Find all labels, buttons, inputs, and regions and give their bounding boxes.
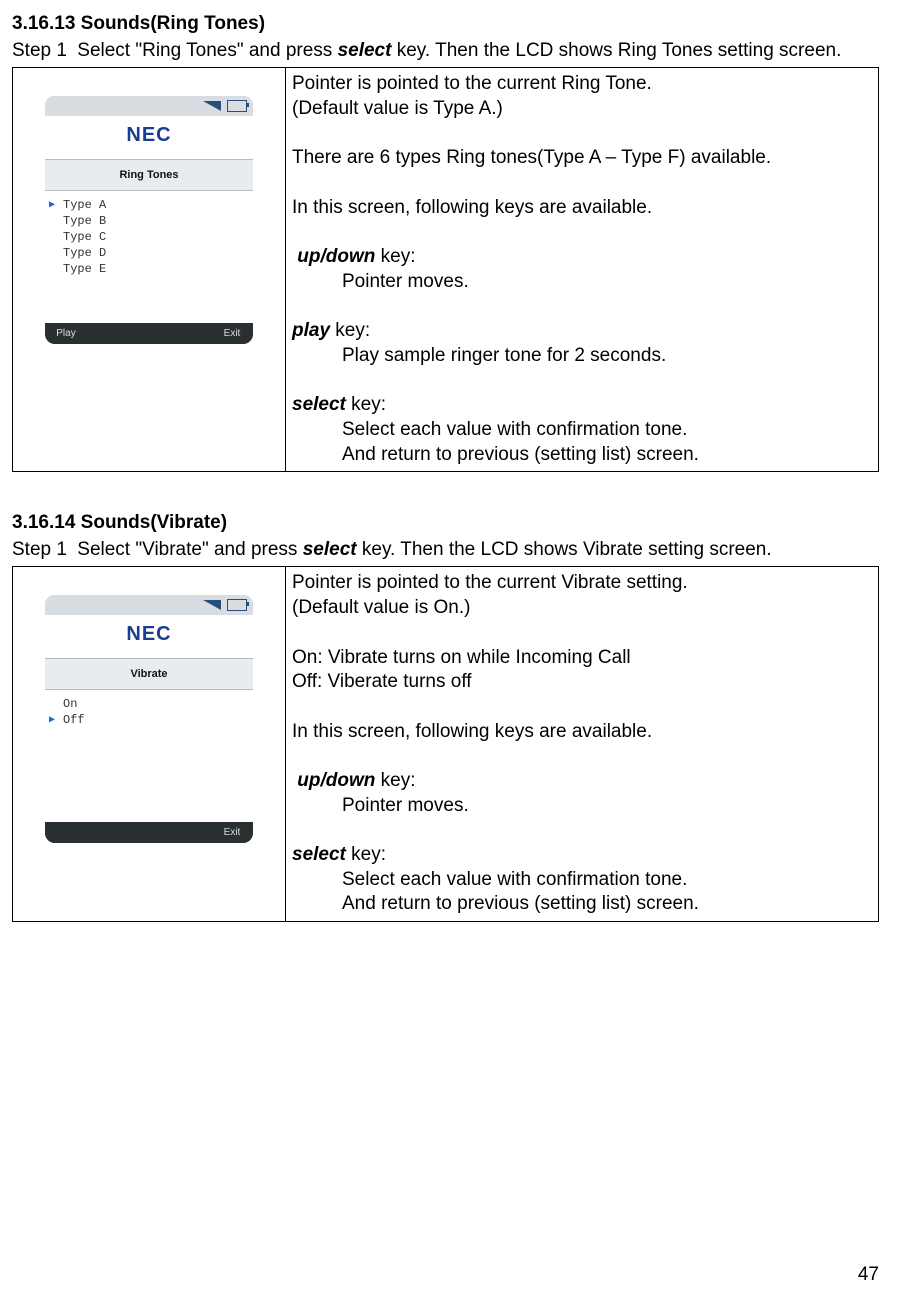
select-key-word: select bbox=[303, 539, 357, 560]
desc-line: Pointer is pointed to the current Vibrat… bbox=[292, 571, 872, 596]
desc-line: On: Vibrate turns on while Incoming Call bbox=[292, 646, 872, 671]
step-text: Select "Ring Tones" and press select key… bbox=[77, 40, 841, 61]
phone-statusbar bbox=[45, 595, 253, 615]
phone-brand: NEC bbox=[45, 615, 253, 658]
section-heading-ringtones: 3.16.13 Sounds(Ring Tones) bbox=[12, 12, 885, 37]
step-label: Step 1 bbox=[12, 538, 72, 563]
softkey-right[interactable]: Exit bbox=[217, 327, 247, 340]
item-label: Off bbox=[63, 713, 85, 729]
key-suffix: key: bbox=[346, 394, 386, 415]
item-label: Type C bbox=[63, 230, 106, 246]
desc-line: (Default value is Type A.) bbox=[292, 97, 872, 122]
key-suffix: key: bbox=[346, 844, 386, 865]
key-desc: Play sample ringer tone for 2 seconds. bbox=[292, 344, 872, 369]
key-suffix: key: bbox=[375, 246, 415, 267]
key-desc: Pointer moves. bbox=[292, 794, 872, 819]
key-desc: Pointer moves. bbox=[292, 270, 872, 295]
desc-line: Pointer is pointed to the current Ring T… bbox=[292, 72, 872, 97]
key-heading: select key: bbox=[292, 843, 872, 868]
step-text-a: Select "Ring Tones" and press bbox=[77, 40, 337, 61]
step-text: Select "Vibrate" and press select key. T… bbox=[77, 539, 771, 560]
softkey-left[interactable]: Play bbox=[51, 327, 81, 340]
select-key-name: select bbox=[292, 844, 346, 865]
step-text-b: key. Then the LCD shows Ring Tones setti… bbox=[391, 40, 841, 61]
updown-key-name: up/down bbox=[297, 770, 375, 791]
phone-brand: NEC bbox=[45, 116, 253, 159]
step-label: Step 1 bbox=[12, 39, 72, 64]
list-item[interactable]: Type E bbox=[49, 261, 249, 277]
key-heading: play key: bbox=[292, 319, 872, 344]
list-item[interactable]: Type C bbox=[49, 229, 249, 245]
desc-line: Off: Viberate turns off bbox=[292, 670, 872, 695]
pointer-icon: ▶ bbox=[49, 714, 63, 727]
list-item[interactable]: ▶Off bbox=[49, 712, 249, 728]
pointer-icon: ▶ bbox=[49, 199, 63, 212]
section-heading-vibrate: 3.16.14 Sounds(Vibrate) bbox=[12, 511, 885, 536]
key-desc: And return to previous (setting list) sc… bbox=[292, 443, 872, 468]
phone-cell-ringtones: NEC Ring Tones ▶Type A Type B Type C Typ… bbox=[13, 68, 286, 472]
brand-text: NEC bbox=[126, 623, 171, 645]
signal-icon bbox=[203, 600, 221, 610]
key-heading: select key: bbox=[292, 393, 872, 418]
list-item[interactable]: Type D bbox=[49, 245, 249, 261]
desc-line: (Default value is On.) bbox=[292, 596, 872, 621]
step-text-b: key. Then the LCD shows Vibrate setting … bbox=[357, 539, 772, 560]
desc-cell-ringtones: Pointer is pointed to the current Ring T… bbox=[286, 68, 879, 472]
key-heading: up/down key: bbox=[292, 769, 872, 794]
item-label: Type A bbox=[63, 198, 106, 214]
list-item[interactable]: Type B bbox=[49, 213, 249, 229]
page-number: 47 bbox=[858, 1263, 879, 1288]
battery-icon bbox=[227, 100, 247, 112]
phone-list-vibrate: On ▶Off bbox=[45, 690, 253, 822]
list-item[interactable]: ▶Type A bbox=[49, 197, 249, 213]
step-1-ringtones: Step 1 Select "Ring Tones" and press sel… bbox=[12, 39, 885, 64]
list-item[interactable]: On bbox=[49, 696, 249, 712]
phone-mock-ringtones: NEC Ring Tones ▶Type A Type B Type C Typ… bbox=[45, 96, 253, 344]
phone-screen-title: Vibrate bbox=[45, 658, 253, 690]
step-text-a: Select "Vibrate" and press bbox=[77, 539, 302, 560]
figure-table-vibrate: NEC Vibrate On ▶Off Exit Pointer is poin… bbox=[12, 566, 879, 922]
select-key-name: select bbox=[292, 394, 346, 415]
select-key-word: select bbox=[338, 40, 392, 61]
signal-icon bbox=[203, 101, 221, 111]
item-label: Type E bbox=[63, 262, 106, 278]
phone-statusbar bbox=[45, 96, 253, 116]
desc-cell-vibrate: Pointer is pointed to the current Vibrat… bbox=[286, 567, 879, 922]
phone-list-ringtones: ▶Type A Type B Type C Type D Type E bbox=[45, 191, 253, 323]
key-suffix: key: bbox=[330, 320, 370, 341]
key-desc: Select each value with confirmation tone… bbox=[292, 868, 872, 893]
figure-table-ringtones: NEC Ring Tones ▶Type A Type B Type C Typ… bbox=[12, 67, 879, 472]
play-key-name: play bbox=[292, 320, 330, 341]
item-label: On bbox=[63, 697, 77, 713]
softkey-left[interactable] bbox=[51, 826, 81, 839]
phone-softkeys: Play Exit bbox=[45, 323, 253, 344]
step-1-vibrate: Step 1 Select "Vibrate" and press select… bbox=[12, 538, 885, 563]
item-label: Type B bbox=[63, 214, 106, 230]
key-suffix: key: bbox=[375, 770, 415, 791]
desc-line: In this screen, following keys are avail… bbox=[292, 196, 872, 221]
desc-line: There are 6 types Ring tones(Type A – Ty… bbox=[292, 146, 872, 171]
desc-line: In this screen, following keys are avail… bbox=[292, 720, 872, 745]
phone-cell-vibrate: NEC Vibrate On ▶Off Exit bbox=[13, 567, 286, 922]
brand-text: NEC bbox=[126, 124, 171, 146]
key-desc: Select each value with confirmation tone… bbox=[292, 418, 872, 443]
battery-icon bbox=[227, 599, 247, 611]
phone-screen-title: Ring Tones bbox=[45, 159, 253, 191]
softkey-right[interactable]: Exit bbox=[217, 826, 247, 839]
phone-softkeys: Exit bbox=[45, 822, 253, 843]
phone-mock-vibrate: NEC Vibrate On ▶Off Exit bbox=[45, 595, 253, 843]
updown-key-name: up/down bbox=[297, 246, 375, 267]
key-heading: up/down key: bbox=[292, 245, 872, 270]
key-desc: And return to previous (setting list) sc… bbox=[292, 892, 872, 917]
item-label: Type D bbox=[63, 246, 106, 262]
